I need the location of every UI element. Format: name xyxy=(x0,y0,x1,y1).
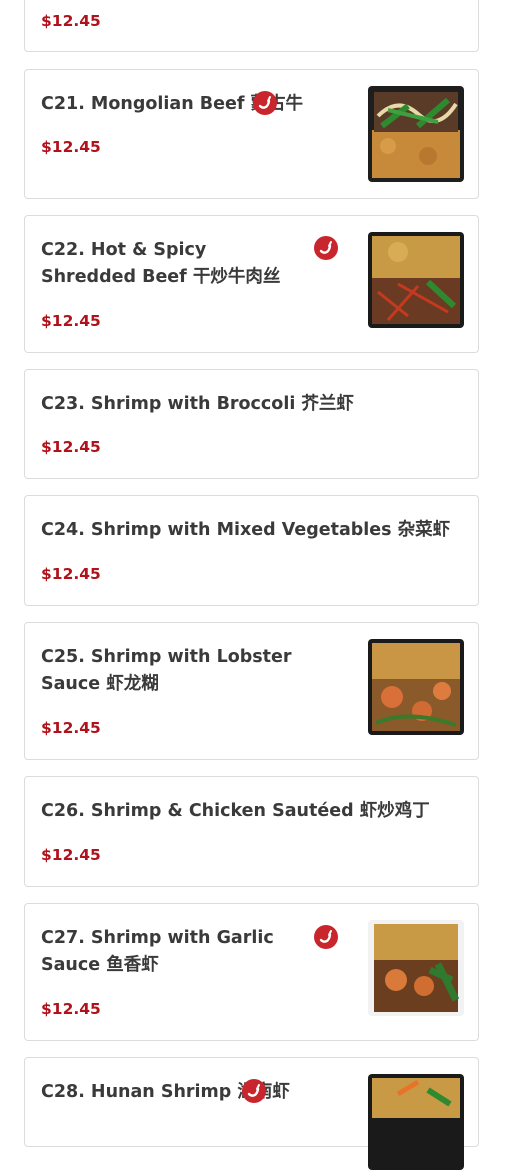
item-photo xyxy=(368,639,464,735)
item-price: $12.45 xyxy=(41,846,101,864)
menu-item-card[interactable]: C25. Shrimp with Lobster Sauce 虾龙糊 $12.4… xyxy=(24,622,479,760)
item-price: $12.45 xyxy=(41,719,101,737)
menu-item-card[interactable]: $12.45 xyxy=(24,0,479,52)
item-name: C28. Hunan Shrimp 湖南虾 xyxy=(41,1082,290,1102)
menu-item-card[interactable]: C28. Hunan Shrimp 湖南虾 xyxy=(24,1057,479,1170)
item-price: $12.45 xyxy=(41,565,101,583)
menu-item-card[interactable]: C22. Hot & Spicy Shredded Beef 干炒牛肉丝 $12… xyxy=(24,215,479,353)
item-name: C23. Shrimp with Broccoli 芥兰虾 xyxy=(41,394,354,414)
menu-item-card[interactable]: C27. Shrimp with Garlic Sauce 鱼香虾 $12.45 xyxy=(24,903,479,1041)
item-name: C22. Hot & Spicy Shredded Beef 干炒牛肉丝 xyxy=(41,240,281,287)
item-price: $12.45 xyxy=(41,12,101,30)
item-name: C27. Shrimp with Garlic Sauce 鱼香虾 xyxy=(41,928,274,975)
chili-pepper-icon xyxy=(314,925,338,949)
item-price: $12.45 xyxy=(41,138,101,156)
item-price: $12.45 xyxy=(41,312,101,330)
item-name: C25. Shrimp with Lobster Sauce 虾龙糊 xyxy=(41,647,292,694)
item-price: $12.45 xyxy=(41,438,101,456)
item-name: C26. Shrimp & Chicken Sautéed 虾炒鸡丁 xyxy=(41,801,430,821)
item-price: $12.45 xyxy=(41,1000,101,1018)
chili-pepper-icon xyxy=(314,236,338,260)
menu-item-card[interactable]: C21. Mongolian Beef 蒙古牛 $12.45 xyxy=(24,69,479,199)
menu-item-card[interactable]: C24. Shrimp with Mixed Vegetables 杂菜虾 $1… xyxy=(24,495,479,606)
chili-pepper-icon xyxy=(242,1079,266,1103)
item-photo xyxy=(368,86,464,182)
item-photo xyxy=(368,920,464,1016)
item-photo xyxy=(368,1074,464,1170)
item-photo xyxy=(368,232,464,328)
item-name: C21. Mongolian Beef 蒙古牛 xyxy=(41,94,304,114)
menu-item-card[interactable]: C26. Shrimp & Chicken Sautéed 虾炒鸡丁 $12.4… xyxy=(24,776,479,887)
menu-item-card[interactable]: C23. Shrimp with Broccoli 芥兰虾 $12.45 xyxy=(24,369,479,479)
chili-pepper-icon xyxy=(253,91,277,115)
item-name: C24. Shrimp with Mixed Vegetables 杂菜虾 xyxy=(41,520,451,540)
